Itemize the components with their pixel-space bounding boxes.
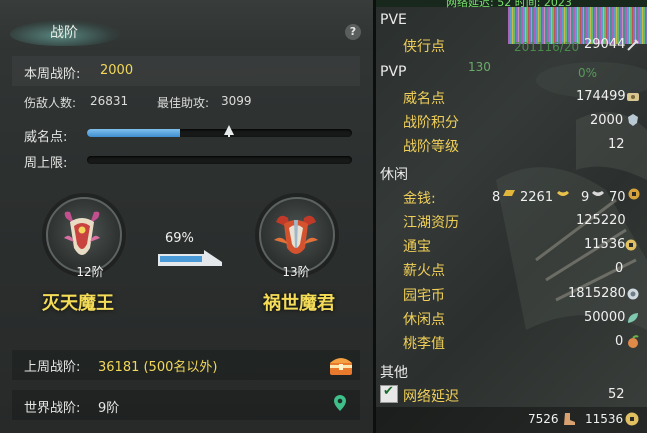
world-rank-value: 9阶 [98, 401, 120, 416]
assist-value: 3099 [221, 94, 252, 108]
last-week-label: 上周战阶: [24, 360, 81, 375]
section-other: 其他 [380, 365, 408, 381]
pvp-label: 战阶等级 [403, 139, 459, 155]
world-rank-label: 世界战阶: [24, 401, 81, 416]
pve-label: 侠行点 [403, 39, 445, 55]
fame-label: 威名点: [24, 130, 68, 145]
other-label: 网络延迟 [403, 389, 459, 405]
section-leisure: 休闲 [380, 167, 408, 183]
progress-arrow-icon [158, 250, 222, 266]
footer-left-value: 7526 [528, 412, 559, 426]
latency-checkbox[interactable] [380, 384, 398, 403]
footer-right-value: 11536 [585, 412, 624, 426]
leisure-label: 通宝 [403, 239, 431, 255]
leisure-value: 125220 [576, 213, 626, 228]
status-strip: 网络延迟: 52 时间: 2023 [376, 0, 647, 9]
other-value: 52 [608, 387, 625, 402]
pvp-value: 174499 [576, 89, 626, 104]
pve-value: 29044 [584, 37, 626, 52]
week-rank-value: 2000 [100, 63, 134, 78]
money-copper: 70 [609, 190, 626, 205]
gold-bar-icon [503, 190, 515, 196]
pvp-label: 战阶积分 [403, 115, 459, 131]
rank-crest-icon [628, 114, 638, 126]
leisure-label: 江湖资历 [403, 215, 459, 231]
boot-icon [564, 413, 575, 425]
tongbao-coin-icon [625, 239, 637, 251]
leisure-value: 1815280 [568, 286, 626, 301]
panel-header: 战阶 ? [0, 0, 373, 50]
pvp-value: 2000 [590, 113, 624, 128]
estate-coin-icon [627, 288, 639, 300]
fame-bar-marker-icon [224, 125, 234, 135]
demon-lord-emblem-icon [274, 215, 318, 254]
fame-progress-bar [87, 129, 352, 137]
help-icon[interactable]: ? [345, 24, 361, 40]
leisure-value: 11536 [584, 237, 626, 252]
next-rank-name: 祸世魔君 [263, 293, 335, 314]
location-pin-icon[interactable] [333, 394, 347, 412]
coin-icon [625, 412, 639, 426]
fame-progress-fill [87, 129, 180, 137]
section-pve: PVE [380, 12, 407, 28]
last-week-value: 36181 (500名以外) [98, 360, 218, 375]
pvp-label: 威名点 [403, 91, 445, 107]
assist-label: 最佳助攻: [157, 96, 210, 110]
money-silver: 9 [581, 190, 590, 205]
leisure-label: 休闲点 [403, 312, 445, 328]
panel-title: 战阶 [50, 25, 78, 41]
next-rank-progress-percent: 69% [165, 231, 194, 246]
pvp-value: 12 [608, 137, 625, 152]
money-label: 金钱: [403, 191, 436, 207]
money-gold-bars: 8 [492, 190, 501, 205]
leisure-label: 薪火点 [403, 263, 445, 279]
section-pvp: PVP [380, 64, 407, 80]
status-strip-text: 网络延迟: 52 时间: 2023 [446, 0, 572, 9]
treasure-chest-icon[interactable] [328, 353, 354, 377]
kills-value: 26831 [90, 94, 129, 108]
week-rank-label: 本周战阶: [24, 67, 81, 82]
leisure-label: 园宅币 [403, 288, 445, 304]
next-tier: 13阶 [282, 265, 310, 279]
leisure-leaf-icon [628, 313, 638, 323]
leisure-value: 0 [615, 334, 624, 349]
leisure-label: 桃李值 [403, 336, 445, 352]
silver-ingot-icon [592, 191, 604, 196]
gold-ingot-icon [557, 191, 569, 196]
money-gold: 2261 [520, 190, 554, 205]
fame-token-icon [627, 93, 639, 101]
background-text: 201116/20 [514, 40, 580, 54]
peach-icon [628, 335, 639, 348]
sword-icon [627, 39, 639, 51]
current-rank-name: 灭天魔王 [42, 293, 114, 314]
copper-coin-icon [628, 188, 640, 200]
current-tier: 12阶 [76, 265, 104, 279]
leisure-value: 0 [615, 261, 624, 276]
kills-label: 伤敌人数: [24, 96, 77, 110]
battle-rank-panel: 战阶 ? 本周战阶: 2000 伤敌人数: 26831 最佳助攻: 3099 威… [0, 0, 373, 433]
weekly-cap-label: 周上限: [24, 156, 68, 171]
leisure-value: 50000 [584, 310, 626, 325]
background-text: 130 [468, 60, 491, 74]
weekly-cap-progress-bar [87, 156, 352, 164]
currency-stats-panel: 网络延迟: 52 时间: 2023 201116/20 130 0% PVE 侠… [376, 0, 647, 433]
demon-king-emblem-icon [64, 211, 100, 255]
background-text: 0% [578, 66, 598, 80]
